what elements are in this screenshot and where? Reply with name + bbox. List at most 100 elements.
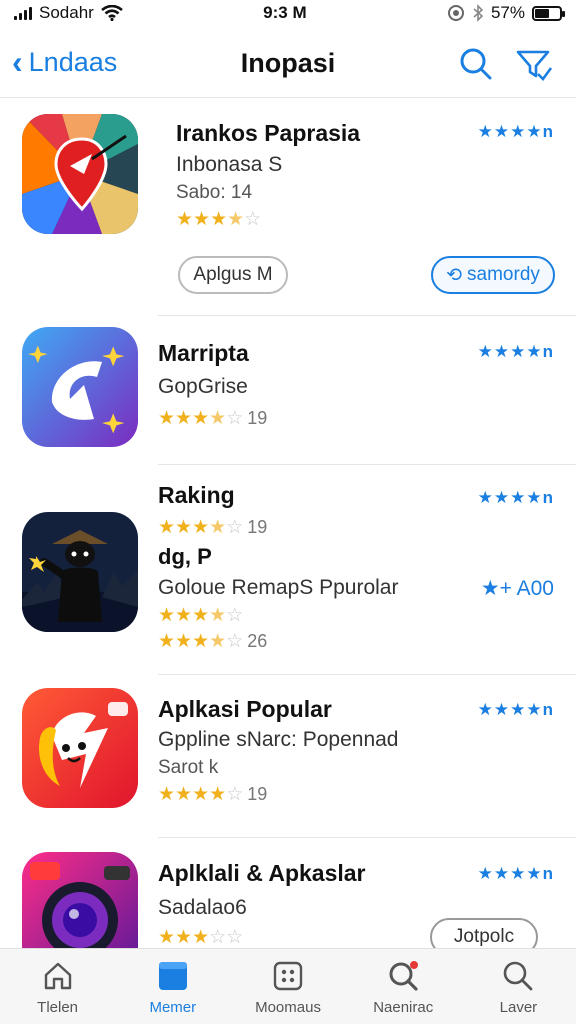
star-full-icon: ★ <box>209 784 227 805</box>
app-subtitle: GopGrise <box>158 375 248 398</box>
app-action-button[interactable]: Jotpolc <box>430 918 538 948</box>
star-full-icon: ★ <box>175 605 193 626</box>
star-empty-icon: ☆ <box>226 517 244 538</box>
star-half-icon: ★ <box>209 517 227 538</box>
star-full-icon: ★ <box>210 209 228 230</box>
plus-icon: ★+ <box>480 577 512 600</box>
star-full-icon: ★ <box>158 927 176 948</box>
star-full-icon: ★ <box>175 408 193 429</box>
status-left: Sodahr <box>14 3 123 23</box>
rank-stars: ★★★★n <box>477 700 554 719</box>
search-icon[interactable] <box>456 44 496 84</box>
app-subtitle: Gppline s​Narc: Popennad <box>158 728 399 751</box>
app-subtitle: Goloue RemapS Ppurolar <box>158 576 399 599</box>
filter-icon[interactable] <box>514 44 554 84</box>
app-meta: Sabo: 14 <box>176 182 253 203</box>
map-pin-app-icon <box>22 114 138 234</box>
star-full-icon: ★ <box>158 517 176 538</box>
grid-icon <box>273 961 303 991</box>
star-full-icon: ★ <box>192 408 210 429</box>
tab-home[interactable]: Tlelen <box>0 949 115 1024</box>
star-full-icon: ★ <box>158 631 176 652</box>
tab-grid[interactable]: Moomaus <box>230 949 345 1024</box>
app-meta: Sarot k <box>158 757 219 778</box>
star-empty-icon: ☆ <box>226 784 244 805</box>
app-subtitle: Inbonasa S <box>176 153 283 176</box>
star-empty-icon: ☆ <box>226 408 244 429</box>
divider <box>158 674 576 675</box>
star-full-icon: ★ <box>193 209 211 230</box>
divider <box>158 315 576 316</box>
rank-stars: ★★★★n <box>477 864 554 883</box>
tab-label: Naenirac <box>373 999 434 1016</box>
star-full-icon: ★ <box>175 631 193 652</box>
app-tag: dg, P <box>158 544 212 569</box>
rating-stars: ★★★★☆ 19 <box>158 407 267 430</box>
app-name: Marripta <box>158 340 249 366</box>
tab-search[interactable]: Laver <box>461 949 576 1024</box>
tab-label: Moomaus <box>255 999 321 1016</box>
swirl-app-icon <box>22 327 138 447</box>
list-item[interactable]: Aplkasi Popular Gppline s​Narc: Popennad… <box>0 682 576 834</box>
rank-stars: ★★★★n <box>477 342 554 361</box>
carrier-label: Sodahr <box>39 3 94 22</box>
side-action-label: A00 <box>516 577 554 600</box>
tab-apps[interactable]: Memer <box>115 949 230 1024</box>
star-full-icon: ★ <box>192 927 210 948</box>
list-item[interactable]: Aplklali & Apkaslar Sadalao6 ★★★☆☆ ★★★★n… <box>0 846 576 948</box>
star-half-icon: ★ <box>209 605 227 626</box>
star-half-icon: ★ <box>209 631 227 652</box>
tab-bar: Tlelen Memer Moomaus Naenirac Laver <box>0 948 576 1024</box>
nav-bar: ‹ Lndaas Inopasi <box>0 30 576 98</box>
app-subtitle: Sadalao6 <box>158 896 247 919</box>
get-button-label: samordy <box>467 264 540 285</box>
clock: 9:3 M <box>263 3 307 22</box>
star-empty-icon: ☆ <box>226 605 244 626</box>
get-button[interactable]: ⟲ samordy <box>431 256 555 294</box>
bluetooth-icon <box>473 4 484 22</box>
side-action[interactable]: ★+ A00 <box>481 576 554 601</box>
search-icon <box>504 961 533 991</box>
rating-stars-partial: ★★★★☆ <box>158 604 243 627</box>
tab-label: Tlelen <box>37 999 79 1016</box>
mascot-app-icon <box>22 688 138 808</box>
star-full-icon: ★ <box>158 784 176 805</box>
rating-count: 19 <box>247 408 268 428</box>
star-full-icon: ★ <box>158 408 176 429</box>
rating-count: 19 <box>247 784 268 804</box>
app-action-button[interactable]: Aplgus M <box>178 256 288 294</box>
app-name: Aplklali & Apkaslar <box>158 860 366 886</box>
status-right: 57% <box>447 3 565 23</box>
location-icon <box>447 5 464 21</box>
star-half-icon: ★ <box>227 209 245 230</box>
tab-label: Memer <box>149 999 197 1016</box>
star-full-icon: ★ <box>175 927 193 948</box>
list-item[interactable]: Irankos Paprasia Inbonasa S Sabo: 14 ★★★… <box>0 110 576 315</box>
divider <box>158 837 576 838</box>
list-item[interactable]: Raking ★★★★☆ 19 dg, P Goloue RemapS Ppuro… <box>0 472 576 672</box>
search-badge-icon <box>389 961 419 991</box>
tab-search-updates[interactable]: Naenirac <box>346 949 461 1024</box>
star-full-icon: ★ <box>175 517 193 538</box>
star-full-icon: ★ <box>176 209 194 230</box>
rating-stars: ★★★☆☆ <box>158 926 243 948</box>
divider <box>158 464 576 465</box>
app-name: Raking <box>158 482 235 508</box>
rating-stars: ★★★★☆ 19 <box>158 783 267 806</box>
app-name: Aplkasi Popular <box>158 696 332 722</box>
star-full-icon: ★ <box>175 784 193 805</box>
home-icon <box>44 962 71 990</box>
rank-stars: ★★★★n <box>477 122 554 141</box>
tab-label: Laver <box>499 999 538 1016</box>
star-empty-icon: ☆ <box>226 631 244 652</box>
star-full-icon: ★ <box>192 784 210 805</box>
rating-stars: ★★★★☆ <box>176 208 261 231</box>
rating-stars-secondary: ★★★★☆ 19 <box>158 516 267 539</box>
star-full-icon: ★ <box>158 605 176 626</box>
rating-count: 19 <box>247 517 268 537</box>
refresh-icon: ⟲ <box>446 264 463 286</box>
wifi-icon <box>101 5 123 21</box>
list-item[interactable]: Marripta GopGrise ★★★★☆ 19 ★★★★n <box>0 322 576 464</box>
apps-icon <box>158 962 187 990</box>
star-full-icon: ★ <box>192 605 210 626</box>
